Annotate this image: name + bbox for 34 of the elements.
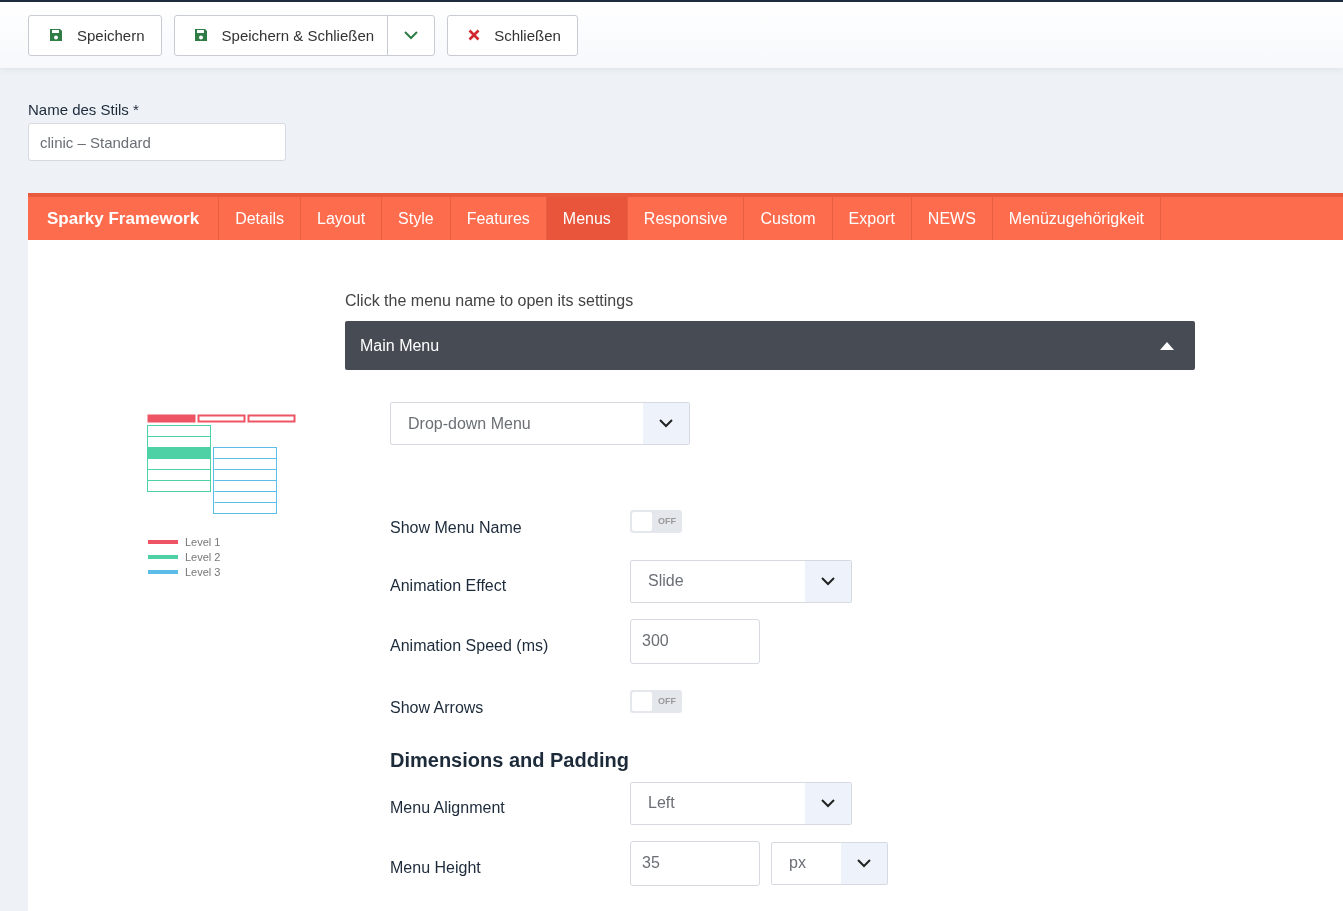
save-button[interactable]: Speichern	[28, 14, 162, 56]
setting-label: Show Arrows	[390, 698, 485, 717]
setting-label: Animation Speed (ms)	[390, 636, 550, 655]
input-field[interactable]: 35	[630, 840, 760, 886]
save-and-close-button[interactable]: Speichern & Schließen	[173, 14, 389, 56]
legend-label: Level 2	[185, 550, 221, 563]
chevron-down-icon	[821, 576, 835, 586]
close-icon	[468, 29, 481, 41]
setting-label: Menu Height	[390, 858, 482, 877]
hint-text: Click the menu name to open its settings	[345, 292, 635, 311]
chevron-down-icon	[857, 858, 871, 868]
setting-label: Animation Effect	[390, 576, 508, 595]
unit-select-field[interactable]: px	[771, 841, 888, 885]
dropdown-toggle-button[interactable]	[387, 14, 436, 56]
field-label: Name des Stils *	[28, 101, 140, 118]
toggle-switch[interactable]: OFF	[630, 689, 682, 713]
input-field[interactable]: 300	[630, 618, 760, 664]
brand-title: Sparky Framework	[46, 207, 201, 230]
setting-label: Show Menu Name	[390, 518, 523, 537]
close-button[interactable]: Schließen	[447, 14, 578, 56]
chevron-down-icon	[659, 419, 673, 428]
style-name-field[interactable]: clinic – Standard	[28, 123, 286, 161]
menu-type-select[interactable]: Drop-down Menu	[390, 402, 690, 445]
legend-label: Level 1	[185, 535, 221, 548]
select-field[interactable]: Left	[630, 781, 852, 825]
section-heading: Dimensions and Padding	[390, 749, 630, 773]
tab[interactable]: Menus	[546, 197, 628, 240]
chevron-down-icon	[821, 798, 835, 808]
legend-label: Level 3	[185, 565, 221, 578]
chevron-down-icon	[404, 30, 419, 40]
menu-accordion-header[interactable]: Main Menu	[345, 321, 1195, 370]
setting-label: Menu Alignment	[390, 798, 506, 817]
select-field[interactable]: Slide	[630, 559, 852, 603]
toggle-switch[interactable]: OFF	[630, 509, 682, 533]
